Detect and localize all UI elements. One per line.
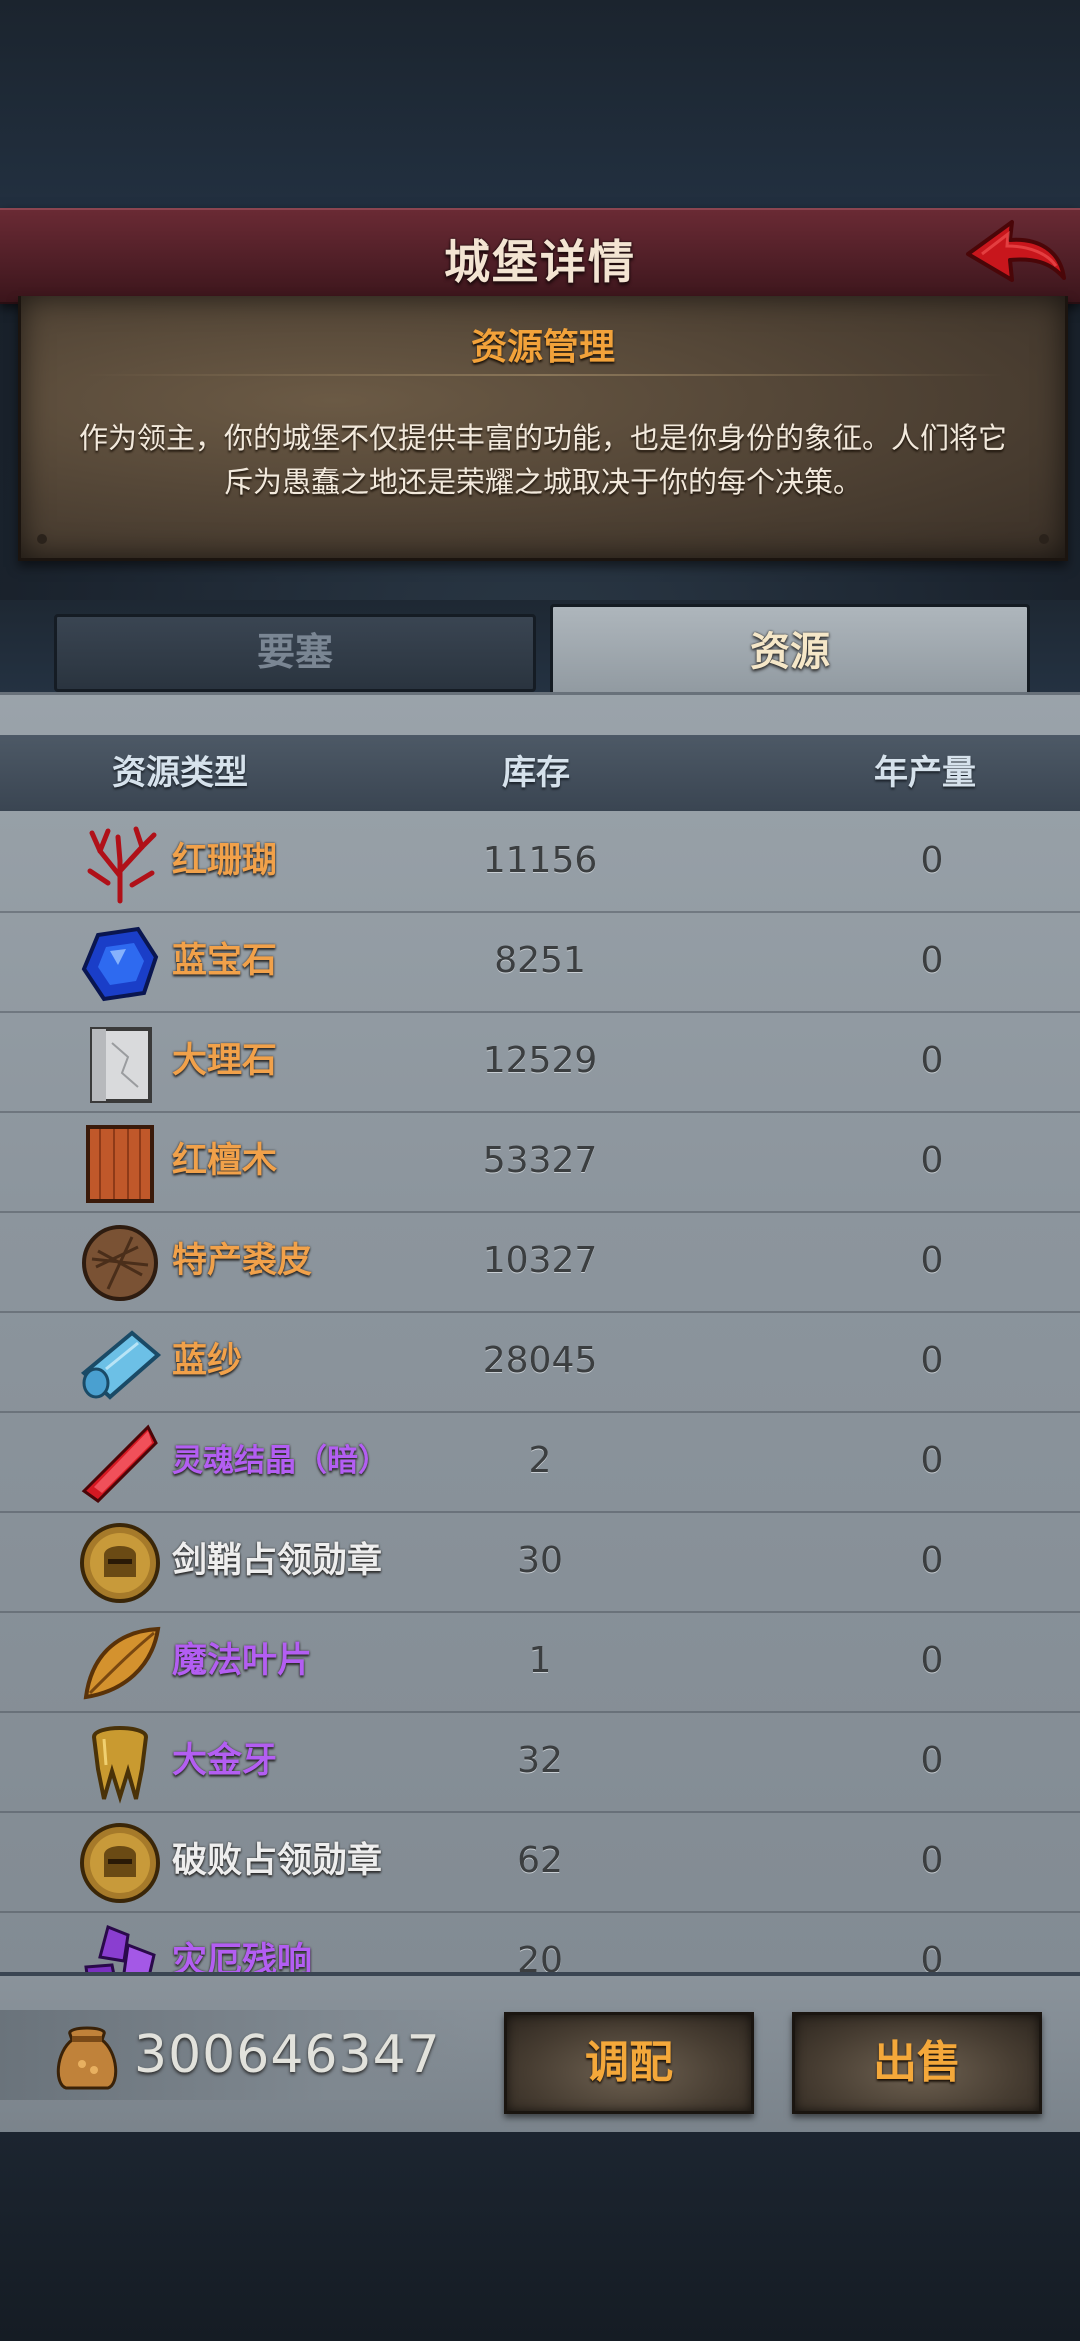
- magic-leaf-icon: [83, 1626, 161, 1700]
- resource-stock: 8251: [494, 940, 586, 981]
- tab-fortress[interactable]: 要塞: [54, 614, 536, 692]
- sell-button-label: 出售: [873, 2037, 961, 2088]
- table-row[interactable]: 特产裘皮 10327 0: [0, 1211, 1080, 1313]
- soul-crystal-icon: [81, 1424, 158, 1503]
- gold-display: 300646347: [0, 2010, 470, 2100]
- bottom-background: [0, 2132, 1080, 2341]
- table-row[interactable]: 魔法叶片 1 0: [0, 1611, 1080, 1713]
- tab-resources[interactable]: 资源: [550, 604, 1030, 699]
- resource-yearly-output: 0: [920, 1540, 944, 1581]
- back-button[interactable]: [960, 216, 1070, 300]
- gold-tooth-icon: [91, 1726, 149, 1804]
- resource-yearly-output: 0: [920, 1940, 944, 1975]
- resource-name: 灵魂结晶（暗）: [172, 1443, 389, 1479]
- title-bar: 城堡详情: [0, 208, 1080, 304]
- resource-yearly-output: 0: [920, 1340, 944, 1381]
- resource-yearly-output: 0: [920, 840, 944, 881]
- table-row[interactable]: 大金牙 32 0: [0, 1711, 1080, 1813]
- banner-description: 作为领主，你的城堡不仅提供丰富的功能，也是你身份的象征。人们将它斥为愚蠢之地还是…: [78, 421, 1007, 499]
- red-coral-icon: [87, 826, 157, 904]
- table-header: 资源类型 库存 年产量: [0, 735, 1080, 811]
- banner-divider: [81, 374, 1005, 376]
- rivet-decoration: [37, 534, 47, 544]
- resource-list[interactable]: 红珊瑚 11156 0 蓝宝石 8251 0 大理石 12529 0 红檀木 5…: [0, 811, 1080, 1975]
- resource-name: 魔法叶片: [172, 1641, 313, 1681]
- calamity-crystal-icon: [84, 1924, 156, 1975]
- fur-pelt-icon: [82, 1225, 158, 1301]
- sapphire-icon: [81, 926, 159, 1002]
- resource-stock: 28045: [482, 1340, 598, 1381]
- resource-yearly-output: 0: [920, 1440, 944, 1481]
- blue-silk-icon: [80, 1330, 162, 1400]
- table-row[interactable]: 大理石 12529 0: [0, 1011, 1080, 1113]
- resource-yearly-output: 0: [920, 1640, 944, 1681]
- sell-button[interactable]: 出售: [792, 2012, 1042, 2114]
- red-sandalwood-icon: [86, 1125, 154, 1203]
- rivet-decoration: [1039, 534, 1049, 544]
- top-background: [0, 0, 1080, 210]
- resource-yearly-output: 0: [920, 1740, 944, 1781]
- resource-name: 大金牙: [172, 1741, 278, 1781]
- allocate-button[interactable]: 调配: [504, 2012, 754, 2114]
- table-row[interactable]: 剑鞘占领勋章 30 0: [0, 1511, 1080, 1613]
- table-row[interactable]: 红檀木 53327 0: [0, 1111, 1080, 1213]
- resource-stock: 1: [528, 1640, 552, 1681]
- resource-yearly-output: 0: [920, 1240, 944, 1281]
- header-resource-type: 资源类型: [112, 753, 248, 793]
- resource-management-banner: 资源管理 作为领主，你的城堡不仅提供丰富的功能，也是你身份的象征。人们将它斥为愚…: [18, 296, 1068, 561]
- tab-label: 资源: [750, 629, 830, 675]
- resource-name: 破败占领勋章: [172, 1841, 383, 1881]
- resource-yearly-output: 0: [920, 1840, 944, 1881]
- resource-yearly-output: 0: [920, 940, 944, 981]
- table-row[interactable]: 破败占领勋章 62 0: [0, 1811, 1080, 1913]
- gold-sack-icon: [56, 2026, 118, 2090]
- resource-stock: 2: [528, 1440, 552, 1481]
- resource-name: 灾厄残响: [172, 1941, 313, 1975]
- helmet-medal-icon: [80, 1823, 160, 1903]
- table-row[interactable]: 灾厄残响 20 0: [0, 1911, 1080, 1975]
- footer-bar: 300646347 调配 出售: [0, 1972, 1080, 2136]
- resource-stock: 20: [517, 1940, 563, 1975]
- resource-stock: 10327: [482, 1240, 598, 1281]
- header-yearly-output: 年产量: [874, 753, 976, 793]
- tab-strip: 要塞 资源: [0, 600, 1080, 699]
- helmet-medal-icon: [80, 1523, 160, 1603]
- resource-name: 蓝纱: [172, 1341, 243, 1381]
- resource-name: 剑鞘占领勋章: [172, 1541, 383, 1581]
- resource-stock: 11156: [482, 840, 598, 881]
- header-stock: 库存: [502, 753, 570, 793]
- resource-name: 蓝宝石: [172, 941, 278, 981]
- resource-name: 特产裘皮: [172, 1241, 313, 1281]
- allocate-button-label: 调配: [585, 2037, 673, 2088]
- table-row[interactable]: 蓝纱 28045 0: [0, 1311, 1080, 1413]
- table-row[interactable]: 灵魂结晶（暗） 2 0: [0, 1411, 1080, 1513]
- resource-name: 红檀木: [172, 1141, 278, 1181]
- page-title: 城堡详情: [444, 235, 636, 289]
- banner-title: 资源管理: [470, 327, 615, 368]
- resource-stock: 32: [517, 1740, 563, 1781]
- resource-yearly-output: 0: [920, 1140, 944, 1181]
- resource-yearly-output: 0: [920, 1040, 944, 1081]
- back-arrow-icon: [966, 220, 1066, 282]
- resource-name: 大理石: [172, 1041, 278, 1081]
- resource-name: 红珊瑚: [172, 841, 278, 881]
- marble-icon: [90, 1027, 152, 1103]
- resource-stock: 12529: [482, 1040, 598, 1081]
- resource-panel: 资源类型 库存 年产量 红珊瑚 11156 0 蓝宝石 8251 0 大理石 1…: [0, 692, 1080, 1975]
- table-row[interactable]: 蓝宝石 8251 0: [0, 911, 1080, 1013]
- resource-stock: 53327: [482, 1140, 598, 1181]
- table-row[interactable]: 红珊瑚 11156 0: [0, 811, 1080, 913]
- resource-stock: 30: [517, 1540, 563, 1581]
- tab-label: 要塞: [256, 630, 333, 674]
- gold-amount: 300646347: [134, 2025, 441, 2085]
- resource-stock: 62: [517, 1840, 563, 1881]
